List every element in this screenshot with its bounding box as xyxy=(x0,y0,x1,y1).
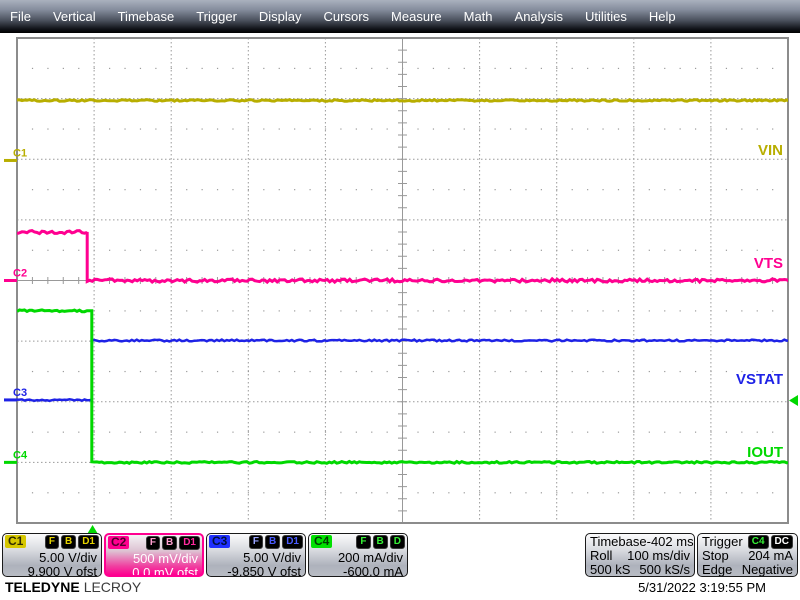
trigger-level-marker[interactable] xyxy=(789,395,798,407)
timebase-delay: -402 ms xyxy=(646,534,694,549)
menu-item-math[interactable]: Math xyxy=(453,9,504,24)
timebase-scale: 100 ms/div xyxy=(627,548,690,563)
channel-box-c1[interactable]: C1 F B D1 5.00 V/div 9.900 V ofst xyxy=(2,533,102,577)
timebase-rate: 500 kS/s xyxy=(639,562,690,577)
logo-teledyne: TELEDYNE xyxy=(5,579,80,595)
waveform-display[interactable]: C1 C2 C3 C4 VIN VTS VSTAT IOUT xyxy=(0,33,800,577)
menu-item-help[interactable]: Help xyxy=(638,9,687,24)
channel-box-c3[interactable]: C3 F B D1 5.00 V/div -9.850 V ofst xyxy=(206,533,306,577)
clock-timestamp: 5/31/2022 3:19:55 PM xyxy=(638,580,766,595)
channel-badges-c4: F B D xyxy=(356,535,405,549)
channel-marker-label-c1: C1 xyxy=(13,147,27,159)
footer-bar: TELEDYNE LECROY 5/31/2022 3:19:55 PM xyxy=(0,577,800,600)
logo-lecroy: LECROY xyxy=(83,579,142,595)
menu-item-analysis[interactable]: Analysis xyxy=(504,9,574,24)
trigger-title: Trigger xyxy=(702,534,743,549)
trace-label-vin: VIN xyxy=(758,142,783,159)
timebase-samples: 500 kS xyxy=(590,562,631,577)
channel-box-c4[interactable]: C4 F B D 200 mA/div -600.0 mA xyxy=(308,533,408,577)
channel-badges-c2: F B D1 xyxy=(145,536,200,550)
trigger-source-badge: C4 xyxy=(747,535,769,549)
channel-scale-c2: 500 mV/div xyxy=(132,551,198,566)
menu-item-file[interactable]: File xyxy=(10,9,42,24)
trace-label-vstat: VSTAT xyxy=(736,371,783,388)
channel-tab-c1[interactable]: C1 xyxy=(5,535,27,548)
channel-box-c2[interactable]: C2 F B D1 500 mV/div 0.0 mV ofst xyxy=(104,533,204,577)
timebase-title: Timebase xyxy=(590,534,647,549)
trigger-box[interactable]: Trigger C4 DC Stop 204 mA Edge Negative xyxy=(697,533,798,577)
menu-item-vertical[interactable]: Vertical xyxy=(42,9,107,24)
channel-offset-c4: -600.0 mA xyxy=(343,564,403,577)
trigger-type: Edge xyxy=(702,562,733,577)
menu-item-display[interactable]: Display xyxy=(248,9,313,24)
badge-f-c2: F xyxy=(145,536,160,550)
trigger-coupling-badge: DC xyxy=(770,535,793,549)
badge-b-c1: B xyxy=(60,535,77,549)
trace-label-vts: VTS xyxy=(754,255,783,272)
badge-d1-c3: D1 xyxy=(282,535,303,549)
channel-tab-c2[interactable]: C2 xyxy=(108,536,130,549)
trace-label-iout: IOUT xyxy=(747,444,783,461)
channel-tab-c3[interactable]: C3 xyxy=(209,535,231,548)
badge-b-c2: B xyxy=(161,536,178,550)
badge-f-c3: F xyxy=(248,535,263,549)
channel-scale-c1: 5.00 V/div xyxy=(39,550,97,565)
menu-item-trigger[interactable]: Trigger xyxy=(185,9,248,24)
badge-b-c4: B xyxy=(372,535,388,549)
badge-d1-c1: D1 xyxy=(78,535,99,549)
menu-bar: File Vertical Timebase Trigger Display C… xyxy=(0,0,800,33)
badge-b-c3: B xyxy=(264,535,281,549)
channel-offset-c1: 9.900 V ofst xyxy=(27,564,97,577)
channel-offset-c3: -9.850 V ofst xyxy=(227,564,301,577)
timebase-mode: Roll xyxy=(590,548,613,563)
channel-scale-c3: 5.00 V/div xyxy=(243,550,301,565)
teledyne-lecroy-logo: TELEDYNE LECROY xyxy=(5,579,141,595)
menu-item-measure[interactable]: Measure xyxy=(380,9,453,24)
trace-vin xyxy=(17,98,788,103)
waveform-area: C1 C2 C3 C4 VIN VTS VSTAT IOUT xyxy=(0,33,800,535)
channel-scale-c4: 200 mA/div xyxy=(337,550,403,565)
badge-d-c4: D xyxy=(389,535,405,549)
channel-badges-c1: F B D1 xyxy=(44,535,99,549)
badge-f-c1: F xyxy=(44,535,59,549)
menu-item-timebase[interactable]: Timebase xyxy=(107,9,186,24)
channel-marker-label-c4: C4 xyxy=(13,449,28,461)
channel-offset-c2: 0.0 mV ofst xyxy=(132,565,198,577)
trigger-level: 204 mA xyxy=(748,548,793,563)
channel-badges-c3: F B D1 xyxy=(248,535,303,549)
timebase-box[interactable]: Timebase -402 ms Roll 100 ms/div 500 kS … xyxy=(585,533,695,577)
trigger-slope: Negative xyxy=(741,562,793,577)
badge-d1-c2: D1 xyxy=(179,536,200,550)
badge-f-c4: F xyxy=(356,535,371,549)
channel-marker-label-c2: C2 xyxy=(13,268,27,280)
menu-item-utilities[interactable]: Utilities xyxy=(574,9,638,24)
channel-tab-c4[interactable]: C4 xyxy=(311,535,333,548)
menu-item-cursors[interactable]: Cursors xyxy=(313,9,381,24)
trigger-state: Stop xyxy=(702,548,729,563)
channel-marker-label-c3: C3 xyxy=(13,387,27,399)
